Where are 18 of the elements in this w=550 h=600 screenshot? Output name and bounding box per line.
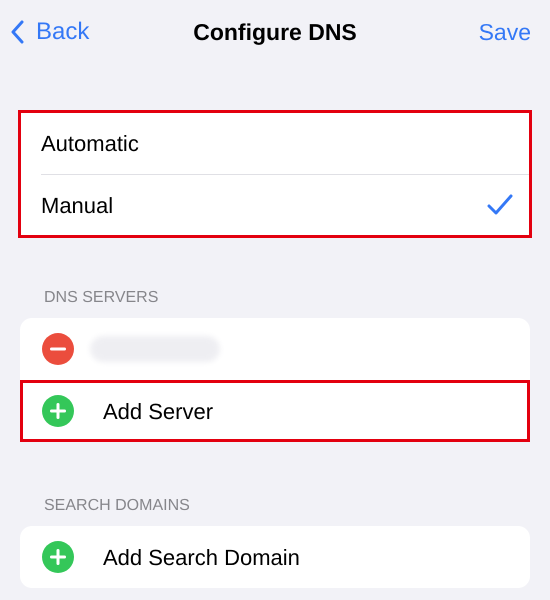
back-button[interactable]: Back [10, 14, 90, 50]
chevron-left-icon [10, 20, 24, 44]
row-label[interactable]: Add Server [103, 394, 214, 428]
list-row[interactable]: Add Server [20, 380, 530, 442]
save-button[interactable]: Save [478, 14, 540, 50]
list-row[interactable]: Add Search Domain [20, 526, 530, 588]
option-label: Automatic [41, 130, 139, 158]
option-row[interactable]: Automatic [41, 113, 529, 174]
add-icon[interactable] [42, 395, 74, 427]
option-label: Manual [41, 192, 114, 220]
nav-title: Configure DNS [193, 18, 357, 47]
option-row[interactable]: Manual [41, 174, 529, 235]
remove-icon[interactable] [42, 333, 74, 365]
section-header: SEARCH DOMAINS [44, 496, 191, 516]
checkmark-icon [487, 194, 513, 216]
section-header: DNS SERVERS [44, 288, 160, 308]
add-icon[interactable] [42, 541, 74, 573]
row-label[interactable]: Add Search Domain [103, 540, 300, 574]
